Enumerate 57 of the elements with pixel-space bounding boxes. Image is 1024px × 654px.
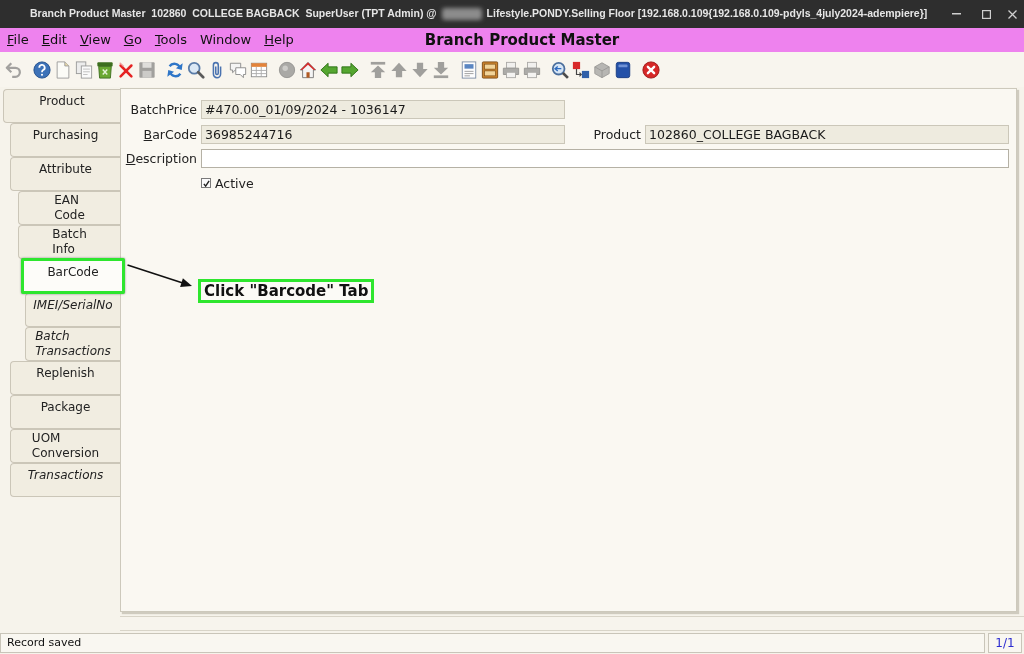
drawer-icon[interactable] xyxy=(481,60,499,79)
field-label: BatchPrice xyxy=(129,101,197,119)
check-icon xyxy=(202,179,210,187)
callout-label: Click "Barcode" Tab xyxy=(198,279,375,303)
menu-item[interactable]: Tools xyxy=(152,31,189,49)
tab[interactable]: BarCode xyxy=(21,258,125,294)
checkbox-label: Active xyxy=(215,174,254,193)
field-label: BarCode xyxy=(142,125,197,144)
tab[interactable]: Transactions xyxy=(10,463,120,497)
tab[interactable]: Replenish xyxy=(10,361,120,395)
input-field[interactable]: #470.00_01/09/2024 - 1036147 xyxy=(201,100,565,119)
help-icon[interactable] xyxy=(33,60,51,79)
input-field[interactable]: 102860_COLLEGE BAGBACK xyxy=(645,124,1009,144)
input-field[interactable]: 36985244716 xyxy=(201,124,565,144)
blurred-block xyxy=(441,8,482,20)
field-label: Product xyxy=(592,125,641,144)
tab[interactable]: Purchasing xyxy=(10,123,120,157)
squares-icon[interactable] xyxy=(572,60,590,79)
pointer-arrow xyxy=(127,264,192,287)
menu-item[interactable]: Go xyxy=(121,31,144,49)
search-icon[interactable] xyxy=(187,60,205,79)
menu-item[interactable]: Help xyxy=(262,31,296,49)
tab[interactable]: Package xyxy=(10,395,120,429)
window-title: Lifestyle.PONDY.Selling Floor [192.168.0.109{192.168.0.109-pdyls_4july2024-adempiere}] xyxy=(486,6,928,22)
left-arrow-icon[interactable] xyxy=(320,60,338,79)
minimize-icon[interactable] xyxy=(952,13,961,15)
maximize-icon[interactable] xyxy=(982,9,991,19)
tab[interactable]: UOM Conversion xyxy=(10,429,120,463)
menu-item[interactable]: File xyxy=(5,31,31,49)
tab[interactable]: Batch Info xyxy=(18,225,120,259)
checkbox[interactable] xyxy=(201,178,211,188)
table-icon[interactable] xyxy=(250,60,268,79)
input-field[interactable] xyxy=(201,149,1009,168)
menu-item[interactable]: View xyxy=(77,31,113,49)
window-title: Branch Product Master 102860 COLLEGE BAGBACK SuperUser (TPT Admin) @ xyxy=(30,6,437,22)
tab[interactable]: IMEI/SerialNo xyxy=(25,293,120,327)
tab[interactable]: EAN Code xyxy=(18,191,120,225)
chat-icon[interactable] xyxy=(229,60,247,79)
home-icon[interactable] xyxy=(299,60,317,79)
menu-item[interactable]: Window xyxy=(197,31,254,49)
delete-icon[interactable] xyxy=(117,60,135,79)
document-icon[interactable] xyxy=(460,60,478,79)
close-icon[interactable] xyxy=(642,60,660,79)
menu-item[interactable]: Edit xyxy=(39,31,69,49)
magnifier-arrow-icon[interactable] xyxy=(551,60,569,79)
status-message: Record saved xyxy=(0,633,985,653)
tab[interactable]: Batch Transactions xyxy=(25,327,120,361)
copy-icon[interactable] xyxy=(75,60,93,79)
trash-icon[interactable] xyxy=(96,60,114,79)
app-title: Branch Product Master xyxy=(424,29,620,51)
record-count: 1/1 xyxy=(988,633,1022,653)
tab[interactable]: Product xyxy=(3,89,120,123)
field-label: Description xyxy=(125,150,197,168)
tab[interactable]: Attribute xyxy=(10,157,120,191)
right-arrow-icon[interactable] xyxy=(341,60,359,79)
refresh-icon[interactable] xyxy=(166,60,184,79)
notebook-icon[interactable] xyxy=(614,60,632,79)
